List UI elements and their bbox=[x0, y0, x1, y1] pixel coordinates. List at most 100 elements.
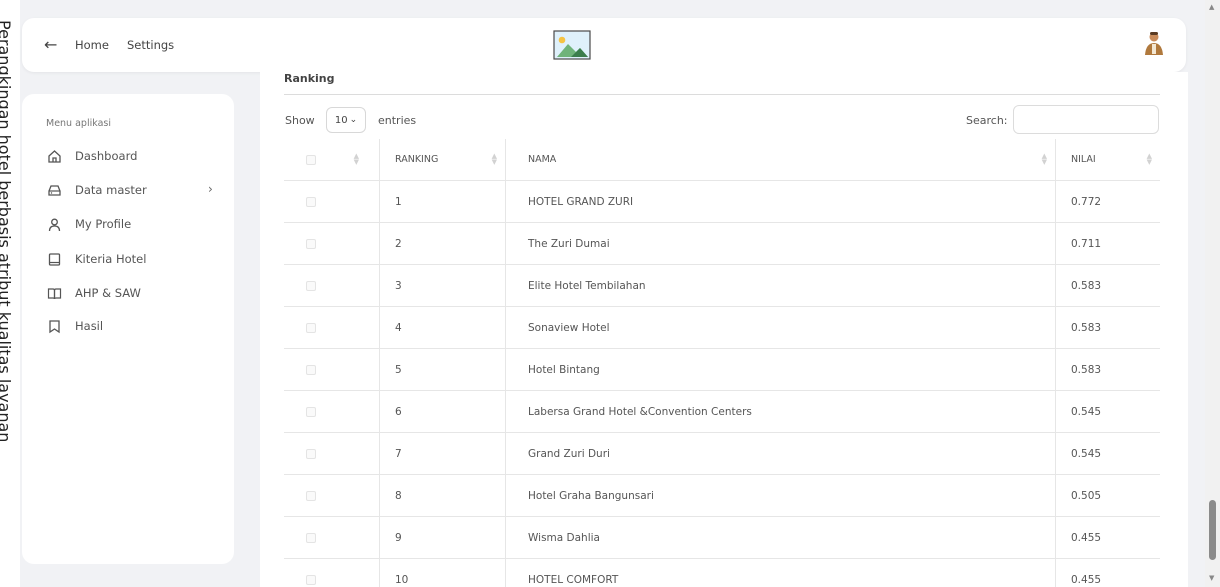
cell-nilai: 0.545 bbox=[1055, 391, 1160, 432]
side-text-strip: Perangkingan hotel berbasis atribut kual… bbox=[0, 0, 20, 587]
bookmark-icon bbox=[46, 318, 62, 334]
sidebar-item-dashboard[interactable]: Dashboard bbox=[46, 146, 216, 166]
side-text: Perangkingan hotel berbasis atribut kual… bbox=[0, 20, 14, 443]
sidebar-item-hasil[interactable]: Hasil bbox=[46, 316, 216, 336]
drive-icon bbox=[46, 182, 62, 198]
cell-nilai: 0.711 bbox=[1055, 223, 1160, 264]
chevron-down-icon: ⌄ bbox=[349, 115, 358, 125]
entries-label: entries bbox=[378, 114, 417, 127]
select-all-checkbox[interactable] bbox=[306, 154, 316, 165]
sidebar-item-data-master[interactable]: Data master › bbox=[46, 180, 216, 200]
row-checkbox[interactable] bbox=[306, 448, 316, 459]
cell-nilai: 0.583 bbox=[1055, 349, 1160, 390]
cell-nilai: 0.455 bbox=[1055, 559, 1160, 587]
header-ranking-label: RANKING bbox=[395, 154, 439, 165]
cell-ranking: 3 bbox=[379, 265, 505, 306]
row-checkbox[interactable] bbox=[306, 532, 316, 543]
table-row: 6 Labersa Grand Hotel &Convention Center… bbox=[284, 391, 1160, 433]
table-row: 9 Wisma Dahlia 0.455 bbox=[284, 517, 1160, 559]
header-nama-label: NAMA bbox=[528, 154, 557, 165]
cell-ranking: 8 bbox=[379, 475, 505, 516]
user-avatar-icon[interactable] bbox=[1142, 30, 1166, 56]
search-input[interactable] bbox=[1013, 105, 1159, 134]
app-logo-image-icon bbox=[553, 30, 591, 60]
section-divider bbox=[284, 94, 1160, 95]
menu-title: Menu aplikasi bbox=[46, 118, 111, 129]
cell-nama: Grand Zuri Duri bbox=[505, 433, 1055, 474]
row-checkbox[interactable] bbox=[306, 406, 316, 417]
table-row: 8 Hotel Graha Bangunsari 0.505 bbox=[284, 475, 1160, 517]
cell-nama: Hotel Graha Bangunsari bbox=[505, 475, 1055, 516]
table-header-row: ▲ ▼ RANKING ▲ ▼ NAMA ▲ ▼ NILAI ▲ ▼ bbox=[284, 139, 1160, 181]
scrollbar-thumb[interactable] bbox=[1209, 500, 1216, 560]
sidebar-item-kiteria-hotel[interactable]: Kiteria Hotel bbox=[46, 249, 216, 269]
book-open-icon bbox=[46, 285, 62, 301]
top-bar: ← Home Settings bbox=[22, 18, 1186, 72]
nav-home-link[interactable]: Home bbox=[75, 38, 109, 52]
row-checkbox[interactable] bbox=[306, 364, 316, 375]
table-row: 4 Sonaview Hotel 0.583 bbox=[284, 307, 1160, 349]
back-arrow-icon[interactable]: ← bbox=[44, 35, 57, 54]
header-nama[interactable]: NAMA ▲ ▼ bbox=[505, 139, 1055, 180]
page-scrollbar[interactable]: ▲ ▼ bbox=[1205, 0, 1220, 587]
tablet-icon bbox=[46, 251, 62, 267]
cell-nama: The Zuri Dumai bbox=[505, 223, 1055, 264]
cell-nama: Sonaview Hotel bbox=[505, 307, 1055, 348]
row-checkbox[interactable] bbox=[306, 490, 316, 501]
sort-icon: ▲ ▼ bbox=[491, 152, 497, 166]
table-row: 3 Elite Hotel Tembilahan 0.583 bbox=[284, 265, 1160, 307]
row-checkbox[interactable] bbox=[306, 574, 316, 585]
sort-icon: ▲ ▼ bbox=[353, 152, 359, 166]
scroll-up-icon[interactable]: ▲ bbox=[1209, 3, 1214, 11]
table-row: 2 The Zuri Dumai 0.711 bbox=[284, 223, 1160, 265]
header-ranking[interactable]: RANKING ▲ ▼ bbox=[379, 139, 505, 180]
user-icon bbox=[46, 216, 62, 232]
row-checkbox[interactable] bbox=[306, 238, 316, 249]
cell-nilai: 0.545 bbox=[1055, 433, 1160, 474]
row-checkbox[interactable] bbox=[306, 196, 316, 207]
entries-select[interactable]: 10 ⌄ bbox=[326, 107, 366, 133]
cell-nama: Hotel Bintang bbox=[505, 349, 1055, 390]
sidebar: Menu aplikasi Dashboard Data master › My… bbox=[22, 94, 234, 564]
sidebar-item-my-profile[interactable]: My Profile bbox=[46, 214, 216, 234]
cell-ranking: 7 bbox=[379, 433, 505, 474]
show-label: Show bbox=[285, 114, 315, 127]
cell-nama: Elite Hotel Tembilahan bbox=[505, 265, 1055, 306]
cell-ranking: 5 bbox=[379, 349, 505, 390]
cell-nilai: 0.455 bbox=[1055, 517, 1160, 558]
cell-nilai: 0.583 bbox=[1055, 307, 1160, 348]
main-content: Ranking Show 10 ⌄ entries Search: ▲ ▼ RAN… bbox=[260, 72, 1188, 587]
table-row: 5 Hotel Bintang 0.583 bbox=[284, 349, 1160, 391]
cell-ranking: 2 bbox=[379, 223, 505, 264]
sidebar-item-ahp-saw[interactable]: AHP & SAW bbox=[46, 283, 216, 303]
row-checkbox[interactable] bbox=[306, 280, 316, 291]
ranking-table: ▲ ▼ RANKING ▲ ▼ NAMA ▲ ▼ NILAI ▲ ▼ 1 HOTEL G… bbox=[284, 139, 1160, 587]
cell-ranking: 1 bbox=[379, 181, 505, 222]
search-label: Search: bbox=[966, 114, 1008, 127]
home-icon bbox=[46, 148, 62, 164]
cell-nilai: 0.772 bbox=[1055, 181, 1160, 222]
table-row: 1 HOTEL GRAND ZURI 0.772 bbox=[284, 181, 1160, 223]
cell-nama: HOTEL GRAND ZURI bbox=[505, 181, 1055, 222]
sidebar-item-label: AHP & SAW bbox=[75, 286, 141, 300]
table-row: 10 HOTEL COMFORT 0.455 bbox=[284, 559, 1160, 587]
chevron-right-icon: › bbox=[208, 182, 213, 196]
cell-ranking: 9 bbox=[379, 517, 505, 558]
sidebar-item-label: Kiteria Hotel bbox=[75, 252, 147, 266]
header-select-cell[interactable]: ▲ ▼ bbox=[284, 139, 379, 180]
header-nilai-label: NILAI bbox=[1071, 154, 1096, 165]
sort-icon: ▲ ▼ bbox=[1146, 152, 1152, 166]
cell-ranking: 6 bbox=[379, 391, 505, 432]
sidebar-item-label: Hasil bbox=[75, 319, 104, 333]
cell-nama: Wisma Dahlia bbox=[505, 517, 1055, 558]
sidebar-item-label: My Profile bbox=[75, 217, 132, 231]
entries-select-value: 10 bbox=[334, 114, 348, 126]
scroll-down-icon[interactable]: ▼ bbox=[1209, 574, 1214, 582]
sidebar-item-label: Dashboard bbox=[75, 149, 138, 163]
cell-ranking: 10 bbox=[379, 559, 505, 587]
cell-nama: HOTEL COMFORT bbox=[505, 559, 1055, 587]
cell-nilai: 0.505 bbox=[1055, 475, 1160, 516]
nav-settings-link[interactable]: Settings bbox=[127, 38, 174, 52]
header-nilai[interactable]: NILAI ▲ ▼ bbox=[1055, 139, 1160, 180]
row-checkbox[interactable] bbox=[306, 322, 316, 333]
